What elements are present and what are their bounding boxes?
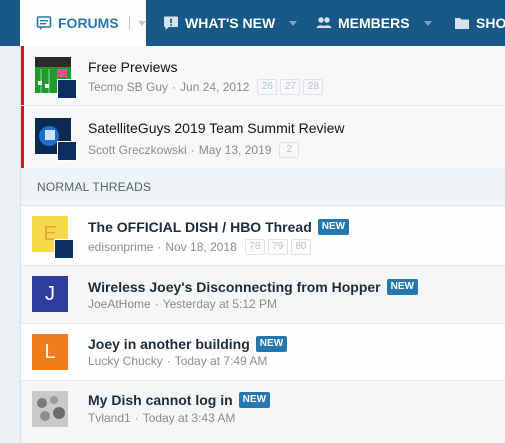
meta-separator: ·: [166, 354, 171, 368]
thread-meta: Tvland1 · Today at 3:43 AM: [88, 411, 235, 425]
chevron-down-icon[interactable]: [423, 20, 432, 26]
thread-row[interactable]: My Dish cannot log in NEW Tvland1 · Toda…: [21, 381, 505, 443]
thread-title-link[interactable]: Free Previews: [88, 59, 177, 75]
tab-forums[interactable]: FORUMS: [20, 0, 146, 46]
thread-meta: edisonprime · Nov 18, 2018 78 79 80: [88, 239, 314, 255]
tab-showcase-label: SHO: [476, 15, 505, 31]
thread-title-link[interactable]: The OFFICIAL DISH / HBO Thread: [88, 219, 312, 235]
thread-author[interactable]: Scott Greczkowski: [88, 143, 187, 157]
section-header: NORMAL THREADS: [21, 168, 505, 206]
thread-meta: Scott Greczkowski · May 13, 2019 2: [88, 142, 302, 158]
tab-members[interactable]: MEMBERS: [316, 0, 432, 46]
avatar-letter: L: [44, 340, 56, 363]
comment-alert-icon: [163, 15, 179, 31]
sticky-thread-row[interactable]: Free Previews Tecmo SB Guy · Jun 24, 201…: [21, 46, 505, 106]
thread-title[interactable]: My Dish cannot log in NEW: [88, 392, 271, 408]
tab-whats-new[interactable]: WHAT'S NEW: [163, 0, 298, 46]
thread-title[interactable]: Joey in another building NEW: [88, 336, 288, 352]
thread-date[interactable]: Today at 7:49 AM: [175, 354, 268, 368]
meta-separator: ·: [134, 411, 139, 425]
folder-icon: [454, 15, 470, 31]
page-link[interactable]: 2: [279, 142, 300, 158]
tab-forums-label: FORUMS: [58, 15, 119, 31]
page-jump: 2: [279, 142, 302, 158]
meta-separator: ·: [157, 240, 162, 254]
page-link[interactable]: 27: [280, 79, 301, 95]
thread-date[interactable]: Jun 24, 2012: [180, 80, 249, 94]
thread-title-link[interactable]: Joey in another building: [88, 336, 250, 352]
meta-separator: ·: [190, 143, 195, 157]
user-mini-avatar: [54, 239, 74, 259]
sticky-thread-row[interactable]: SatelliteGuys 2019 Team Summit Review Sc…: [21, 106, 505, 169]
new-badge: NEW: [317, 219, 350, 235]
thread-title-link[interactable]: Wireless Joey's Disconnecting from Hoppe…: [88, 279, 381, 295]
thread-list: Free Previews Tecmo SB Guy · Jun 24, 201…: [20, 46, 505, 443]
new-badge: NEW: [386, 279, 418, 295]
avatar: [32, 391, 68, 427]
thread-title-link[interactable]: SatelliteGuys 2019 Team Summit Review: [88, 120, 345, 136]
thread-date[interactable]: May 13, 2019: [199, 143, 272, 157]
thread-row[interactable]: E The OFFICIAL DISH / HBO Thread NEW edi…: [21, 206, 505, 266]
thread-row[interactable]: L Joey in another building NEW Lucky Chu…: [21, 324, 505, 381]
avatar-letter: J: [45, 282, 55, 305]
thread-date[interactable]: Today at 3:43 AM: [143, 411, 236, 425]
avatar: J: [32, 276, 68, 312]
thread-row[interactable]: J Wireless Joey's Disconnecting from Hop…: [21, 266, 505, 324]
thread-title[interactable]: The OFFICIAL DISH / HBO Thread NEW: [88, 219, 350, 235]
tab-showcase[interactable]: SHO: [454, 0, 505, 46]
thread-author[interactable]: edisonprime: [88, 240, 153, 254]
chevron-down-icon[interactable]: [137, 20, 146, 26]
thread-meta: Tecmo SB Guy · Jun 24, 2012 26 27 28: [88, 79, 326, 95]
thread-meta: Lucky Chucky · Today at 7:49 AM: [88, 354, 267, 368]
new-badge: NEW: [255, 336, 288, 352]
section-header-label: NORMAL THREADS: [37, 179, 152, 194]
members-icon: [316, 15, 332, 31]
thread-title[interactable]: Free Previews: [88, 59, 177, 75]
forum-icon: [36, 15, 52, 31]
user-mini-avatar: [57, 141, 77, 161]
page-link[interactable]: 26: [257, 79, 278, 95]
thread-author[interactable]: Tvland1: [88, 411, 131, 425]
page-link[interactable]: 78: [244, 239, 265, 255]
thread-date[interactable]: Nov 18, 2018: [165, 240, 236, 254]
thread-author[interactable]: JoeAtHome: [88, 297, 151, 311]
avatar: L: [32, 334, 68, 370]
page-link[interactable]: 80: [290, 239, 311, 255]
thread-title-link[interactable]: My Dish cannot log in: [88, 392, 233, 408]
thread-author[interactable]: Lucky Chucky: [88, 354, 163, 368]
thread-title[interactable]: SatelliteGuys 2019 Team Summit Review: [88, 120, 345, 136]
top-navigation: FORUMS WHAT'S NEW MEMBERS SHO: [0, 0, 505, 46]
tab-divider: [128, 16, 130, 30]
page-link[interactable]: 79: [267, 239, 288, 255]
tab-members-label: MEMBERS: [338, 15, 410, 31]
page-link[interactable]: 28: [303, 79, 324, 95]
meta-separator: ·: [154, 297, 159, 311]
page-jump: 26 27 28: [257, 79, 326, 95]
meta-separator: ·: [172, 80, 177, 94]
thread-meta: JoeAtHome · Yesterday at 5:12 PM: [88, 297, 277, 311]
photo-avatar-icon: [32, 391, 68, 427]
thread-author[interactable]: Tecmo SB Guy: [88, 80, 168, 94]
chevron-down-icon[interactable]: [289, 20, 298, 26]
tab-whats-new-label: WHAT'S NEW: [185, 15, 276, 31]
new-badge: NEW: [238, 392, 271, 408]
page-jump: 78 79 80: [244, 239, 314, 255]
thread-title[interactable]: Wireless Joey's Disconnecting from Hoppe…: [88, 279, 418, 295]
user-mini-avatar: [57, 79, 77, 99]
thread-date[interactable]: Yesterday at 5:12 PM: [163, 297, 277, 311]
